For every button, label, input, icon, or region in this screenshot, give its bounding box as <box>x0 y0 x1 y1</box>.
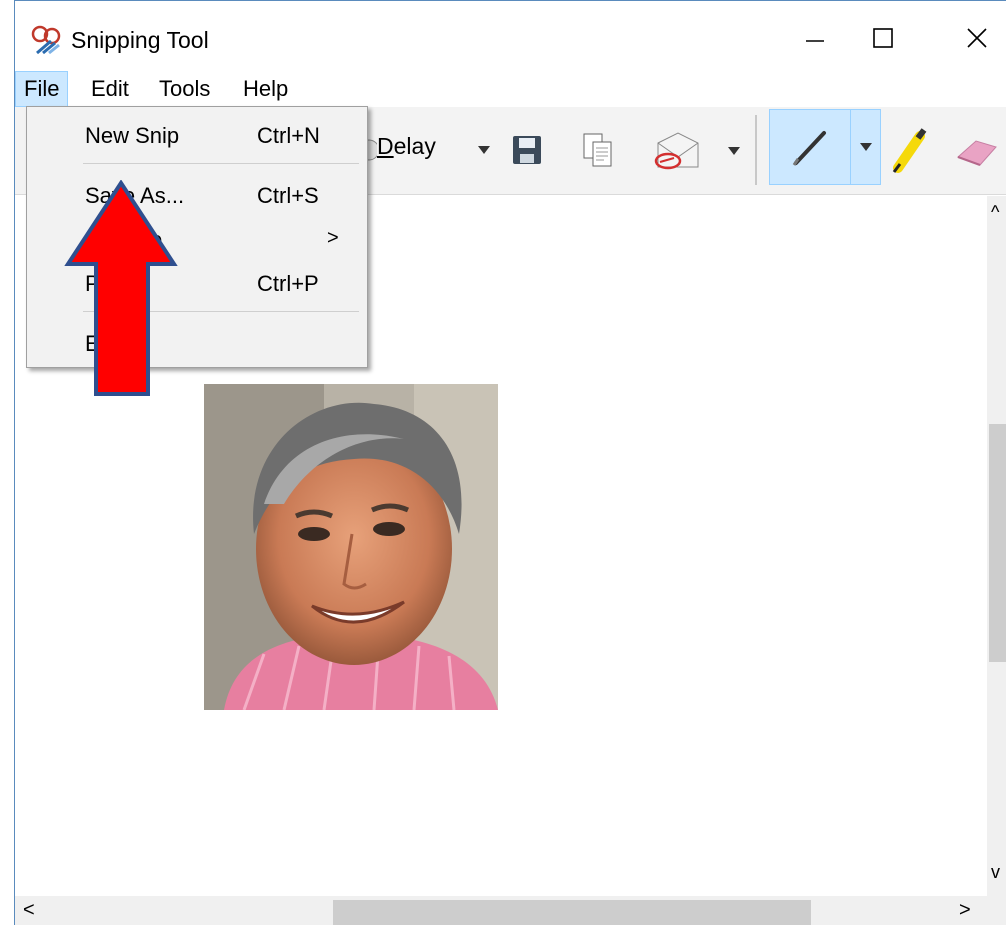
menu-separator <box>83 163 359 164</box>
pen-button[interactable] <box>769 109 851 185</box>
save-icon[interactable] <box>511 133 543 167</box>
menu-tools[interactable]: Tools <box>151 71 218 107</box>
scroll-right-icon[interactable]: > <box>959 899 971 922</box>
maximize-icon <box>873 28 893 48</box>
send-snip-icon[interactable] <box>651 131 703 171</box>
delay-button[interactable]: Delay <box>377 133 436 160</box>
minimize-icon <box>806 40 824 42</box>
delay-dropdown-icon[interactable] <box>475 137 493 163</box>
send-dropdown-icon[interactable] <box>725 139 743 163</box>
delay-label: elay <box>393 133 436 159</box>
vertical-scrollbar[interactable]: ^ v <box>987 196 1006 896</box>
pen-dropdown-button[interactable] <box>851 109 881 185</box>
scissors-icon <box>29 23 63 57</box>
eraser-icon[interactable] <box>953 131 999 171</box>
scroll-down-icon[interactable]: v <box>991 862 1000 883</box>
pen-icon <box>792 131 826 166</box>
menu-item-shortcut: Ctrl+P <box>257 271 319 296</box>
window-title: Snipping Tool <box>71 27 209 53</box>
menu-item-new-snip[interactable]: New Snip Ctrl+N <box>27 115 367 155</box>
vertical-scroll-thumb[interactable] <box>989 424 1006 662</box>
toolbar-separator <box>755 115 757 185</box>
minimize-button[interactable] <box>785 13 845 63</box>
menu-edit[interactable]: Edit <box>83 71 137 107</box>
menu-item-label: New Snip <box>85 123 180 148</box>
submenu-arrow-icon: > <box>327 227 339 249</box>
scroll-left-icon[interactable]: < <box>23 899 35 922</box>
copy-icon[interactable] <box>581 131 615 169</box>
menu-file[interactable]: File <box>15 71 69 107</box>
up-arrow-icon <box>64 180 178 396</box>
horizontal-scroll-thumb[interactable] <box>333 900 811 925</box>
horizontal-scrollbar[interactable]: < > <box>15 896 987 925</box>
size-grip[interactable] <box>987 896 1006 925</box>
menu-help[interactable]: Help <box>235 71 296 107</box>
close-icon <box>967 28 987 48</box>
close-button[interactable] <box>947 13 1006 63</box>
menu-item-shortcut: Ctrl+S <box>257 183 319 208</box>
title-bar: Snipping Tool <box>15 1 1006 71</box>
scroll-up-icon[interactable]: ^ <box>991 202 999 223</box>
menu-item-shortcut: Ctrl+N <box>257 123 320 148</box>
menu-bar: File Edit Tools Help <box>15 71 1006 107</box>
maximize-button[interactable] <box>853 13 913 63</box>
delay-accel-key: D <box>377 133 394 159</box>
highlighter-icon[interactable] <box>887 125 933 175</box>
snipped-photo <box>204 384 498 710</box>
